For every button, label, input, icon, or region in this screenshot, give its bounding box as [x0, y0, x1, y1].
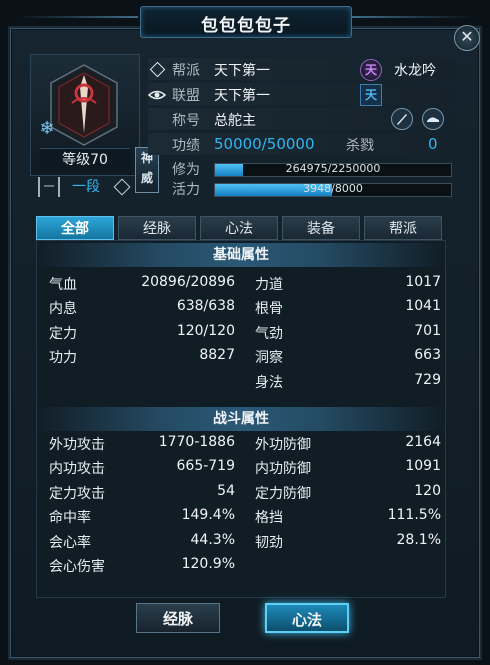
cultivation-value: 264975/2250000	[285, 162, 381, 175]
attribute-value: 701	[414, 322, 441, 339]
tab-meridian[interactable]: 经脉	[118, 216, 196, 240]
quill-icon[interactable]	[391, 108, 413, 130]
attribute-row: 内功防御 1091	[37, 455, 445, 479]
attribute-value: 2164	[405, 434, 441, 450]
kill-value: 0	[428, 135, 438, 153]
cultivation-row: 修为 264975/2250000	[148, 158, 456, 178]
kill-label: 杀戮	[346, 138, 374, 154]
merit-label: 功绩	[172, 138, 200, 154]
cultivation-label: 修为	[172, 162, 200, 178]
attribute-value: 1017	[405, 274, 441, 290]
merit-row: 功绩 50000/50000 杀戮 0	[148, 133, 456, 155]
attribute-row: 格挡 111.5%	[37, 504, 445, 528]
diamond-outline-icon	[149, 61, 166, 78]
attribute-name: 身法	[255, 374, 283, 391]
vitality-row: 活力 3948/8000	[148, 178, 456, 198]
attribute-row: 气劲 701	[37, 320, 445, 344]
attribute-row: 洞察 663	[37, 344, 445, 368]
tab-equipment[interactable]: 装备	[282, 216, 360, 240]
rank-row: 一 一段	[38, 177, 138, 197]
attribute-name: 根骨	[255, 301, 283, 318]
vitality-value: 3948/8000	[303, 182, 363, 195]
heart-method-button[interactable]: 心法	[265, 603, 349, 633]
attribute-name: 内功防御	[255, 461, 311, 478]
vitality-label: 活力	[172, 182, 200, 198]
sect-row: 帮派 天下第一 天 水龙吟	[148, 58, 456, 81]
sect-value: 天下第一	[214, 63, 270, 79]
meridian-button[interactable]: 经脉	[136, 603, 220, 633]
attribute-value: 120	[414, 482, 441, 499]
attribute-name: 定力防御	[255, 485, 311, 502]
attribute-name: 力道	[255, 277, 283, 293]
sect-label: 帮派	[172, 63, 200, 79]
attribute-row: 韧劲 28.1%	[37, 529, 445, 553]
attribute-name: 气劲	[255, 325, 283, 342]
basic-attributes-title: 基础属性	[37, 243, 445, 267]
attribute-tabs: 全部 经脉 心法 装备 帮派	[36, 216, 446, 240]
alliance-label: 联盟	[172, 88, 200, 104]
window-title: 包包包包子	[201, 16, 291, 36]
attribute-row: 力道 1017	[37, 271, 445, 295]
attribute-row: 根骨 1041	[37, 295, 445, 319]
tab-all[interactable]: 全部	[36, 216, 114, 240]
title-row: 称号 总舵主	[148, 108, 456, 130]
spear-emblem-icon	[50, 64, 118, 146]
tab-guild[interactable]: 帮派	[364, 216, 442, 240]
attribute-value: 663	[414, 347, 441, 364]
attribute-name: 韧劲	[255, 534, 283, 551]
attribute-area: 基础属性 气血 20896/20896 力道 1017 内息 638/638 根骨 1041 定…	[36, 240, 446, 598]
alliance-value: 天下第一	[214, 88, 270, 104]
server-badge-icon: 天	[360, 59, 382, 81]
attribute-value: 28.1%	[396, 531, 441, 548]
attribute-value: 1041	[405, 298, 441, 315]
title-value: 总舵主	[214, 113, 256, 129]
title-ornament-left	[18, 16, 138, 18]
cultivation-bar: 264975/2250000	[214, 162, 452, 177]
shoe-icon[interactable]	[422, 108, 444, 130]
title-bar: 包包包包子	[0, 0, 490, 40]
rank-badge-icon: 一	[38, 177, 60, 197]
attribute-name: 洞察	[255, 350, 283, 367]
attribute-value: 1091	[405, 458, 441, 475]
attribute-name: 外功防御	[255, 437, 311, 453]
close-icon[interactable]: ✕	[454, 25, 480, 51]
attribute-row: 定力防御 120	[37, 480, 445, 504]
attribute-value: 729	[414, 371, 441, 388]
rank-text: 一段	[72, 179, 100, 195]
attribute-row: 外功防御 2164	[37, 431, 445, 455]
merit-value: 50000/50000	[214, 135, 315, 153]
level-label: 等级70	[40, 148, 130, 171]
eye-icon	[147, 87, 167, 101]
title-label: 称号	[172, 113, 200, 129]
attribute-name: 格挡	[255, 510, 283, 527]
server-name: 水龙吟	[394, 63, 436, 79]
attribute-value: 111.5%	[387, 507, 441, 524]
alliance-badge-icon: 天	[360, 84, 382, 106]
diamond-icon	[113, 178, 131, 196]
tab-heart-method[interactable]: 心法	[200, 216, 278, 240]
combat-attributes-title: 战斗属性	[37, 407, 445, 431]
title-ornament-right	[352, 16, 472, 18]
attribute-value: 120.9%	[181, 556, 235, 572]
attribute-row: 身法 729	[37, 369, 445, 393]
attribute-name: 会心伤害	[49, 559, 105, 575]
alliance-row: 联盟 天下第一 天	[147, 83, 456, 106]
vitality-bar: 3948/8000	[214, 182, 452, 197]
snowflake-icon: ❄	[39, 118, 55, 139]
attribute-row: 会心伤害 120.9%	[37, 553, 445, 577]
title-plate: 包包包包子	[140, 6, 352, 38]
